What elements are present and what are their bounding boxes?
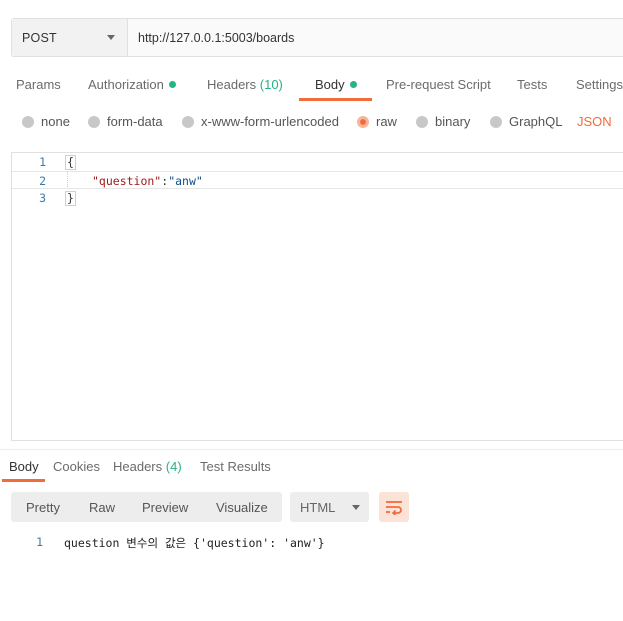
radio-icon xyxy=(88,115,100,128)
radio-icon xyxy=(490,115,502,128)
response-line: 1 question 변수의 값은 {'question': 'anw'} xyxy=(0,533,623,551)
request-url-bar: POST http://127.0.0.1:5003/boards xyxy=(11,18,623,57)
line-number: 2 xyxy=(39,174,46,188)
tab-tests-label: Tests xyxy=(517,77,548,92)
tab-headers-label: Headers xyxy=(207,77,257,92)
body-type-graphql[interactable]: GraphQL xyxy=(490,114,562,129)
tab-params-label: Params xyxy=(16,77,61,92)
url-text: http://127.0.0.1:5003/boards xyxy=(138,30,295,45)
wrap-lines-icon xyxy=(386,501,402,515)
tab-body-label: Body xyxy=(315,77,345,92)
method-select[interactable]: POST xyxy=(12,19,128,56)
response-tab-body-label: Body xyxy=(9,459,39,474)
response-tab-test-results[interactable]: Test Results xyxy=(200,459,271,474)
response-tab-cookies-label: Cookies xyxy=(53,459,100,474)
response-tab-body[interactable]: Body xyxy=(9,459,39,474)
line-number: 3 xyxy=(39,191,46,205)
chevron-down-icon xyxy=(107,35,115,40)
view-preview-button[interactable]: Preview xyxy=(142,500,188,515)
view-visualize-button[interactable]: Visualize xyxy=(216,500,268,515)
json-open-brace: { xyxy=(65,155,76,170)
url-input[interactable]: http://127.0.0.1:5003/boards xyxy=(128,19,623,56)
body-type-raw-label: raw xyxy=(376,114,397,129)
status-dot-icon xyxy=(168,81,176,88)
view-raw-button[interactable]: Raw xyxy=(89,500,115,515)
body-format-label: JSON xyxy=(577,114,612,129)
tab-settings[interactable]: Settings xyxy=(576,77,623,92)
json-value: "anw" xyxy=(168,174,203,188)
status-dot-icon xyxy=(349,81,357,88)
method-label: POST xyxy=(22,30,57,45)
body-type-urlencoded-label: x-www-form-urlencoded xyxy=(201,114,339,129)
line-number: 1 xyxy=(36,535,43,549)
response-text: question 변수의 값은 {'question': 'anw'} xyxy=(64,536,325,550)
radio-icon xyxy=(182,115,194,128)
tab-authorization-label: Authorization xyxy=(88,77,164,92)
body-type-none[interactable]: none xyxy=(22,114,70,129)
wrap-lines-button[interactable] xyxy=(379,492,409,522)
response-format-select[interactable]: HTML xyxy=(290,492,369,522)
tab-headers-count: (10) xyxy=(259,77,283,92)
radio-icon xyxy=(416,115,428,128)
body-type-form-data[interactable]: form-data xyxy=(88,114,163,129)
response-active-tab-indicator xyxy=(2,479,45,482)
line-number: 1 xyxy=(39,155,46,169)
response-tab-headers-count: (4) xyxy=(165,459,182,474)
response-tab-test-results-label: Test Results xyxy=(200,459,271,474)
editor-line: 1 { xyxy=(12,153,623,171)
response-tab-headers[interactable]: Headers (4) xyxy=(113,459,182,474)
body-type-options: none form-data x-www-form-urlencoded raw… xyxy=(0,110,623,134)
tab-body[interactable]: Body xyxy=(315,77,357,92)
body-format-select[interactable]: JSON xyxy=(577,114,623,129)
active-tab-indicator xyxy=(299,98,372,101)
response-divider xyxy=(0,449,623,450)
json-close-brace: } xyxy=(65,191,76,206)
body-type-raw[interactable]: raw xyxy=(357,114,397,129)
body-type-none-label: none xyxy=(41,114,70,129)
response-view-modes: Pretty Raw Preview Visualize xyxy=(11,492,282,522)
body-type-urlencoded[interactable]: x-www-form-urlencoded xyxy=(182,114,339,129)
request-body-editor[interactable]: 1 { 2 "question":"anw" 3 } xyxy=(11,152,623,441)
response-tab-cookies[interactable]: Cookies xyxy=(53,459,100,474)
tab-authorization[interactable]: Authorization xyxy=(88,77,176,92)
body-type-binary[interactable]: binary xyxy=(416,114,470,129)
editor-line-current: 2 "question":"anw" xyxy=(12,171,623,189)
body-type-graphql-label: GraphQL xyxy=(509,114,563,129)
radio-icon xyxy=(22,115,34,128)
response-tab-headers-label: Headers xyxy=(113,459,163,474)
radio-checked-icon xyxy=(357,115,369,128)
tab-prerequest-script[interactable]: Pre-request Script xyxy=(386,77,491,92)
code-text: { xyxy=(65,155,76,170)
tab-headers[interactable]: Headers (10) xyxy=(207,77,283,92)
code-text: } xyxy=(65,191,76,206)
body-type-binary-label: binary xyxy=(435,114,471,129)
code-text: "question":"anw" xyxy=(92,174,203,188)
tab-settings-label: Settings xyxy=(576,77,623,92)
body-type-form-data-label: form-data xyxy=(107,114,163,129)
tab-tests[interactable]: Tests xyxy=(517,77,547,92)
editor-line: 3 } xyxy=(12,189,623,207)
response-format-label: HTML xyxy=(300,499,336,515)
json-key: "question" xyxy=(92,174,162,188)
tab-params[interactable]: Params xyxy=(16,77,61,92)
chevron-down-icon xyxy=(352,504,361,510)
view-pretty-button[interactable]: Pretty xyxy=(26,500,60,515)
tab-prerequest-label: Pre-request Script xyxy=(386,77,491,92)
